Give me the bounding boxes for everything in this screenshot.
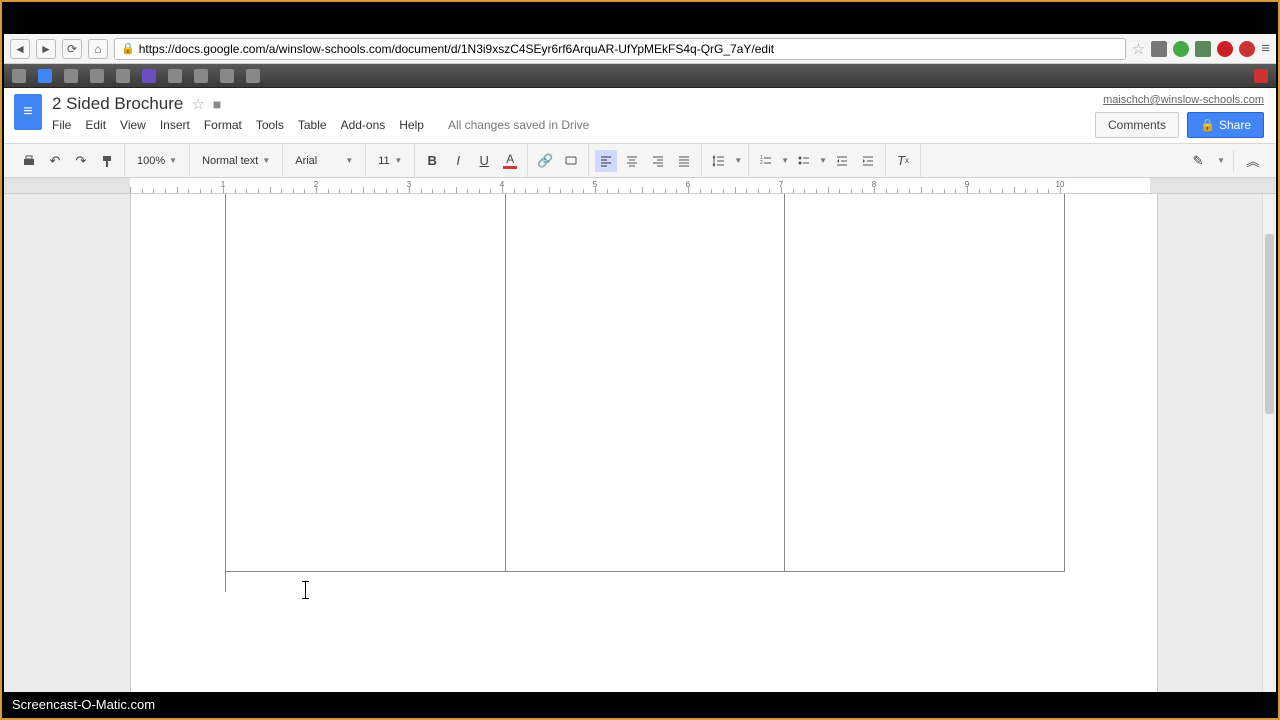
chrome-menu-icon[interactable]: ≡ xyxy=(1261,40,1270,57)
chevron-down-icon[interactable]: ▼ xyxy=(1217,156,1225,165)
lock-icon: 🔒 xyxy=(121,42,135,55)
table-column[interactable] xyxy=(785,194,1064,571)
home-button[interactable]: ⌂ xyxy=(88,39,108,59)
decrease-indent-icon[interactable] xyxy=(831,150,853,172)
bookmark-item[interactable] xyxy=(38,69,52,83)
extension-tray: ≡ xyxy=(1151,40,1270,57)
line-spacing-icon[interactable] xyxy=(708,150,730,172)
table-column[interactable] xyxy=(226,194,506,571)
extension-icon[interactable] xyxy=(1195,41,1211,57)
paragraph-style-select[interactable]: Normal text▼ xyxy=(196,150,276,172)
bookmark-item[interactable] xyxy=(116,69,130,83)
table-column[interactable] xyxy=(506,194,786,571)
menu-format[interactable]: Format xyxy=(204,118,242,132)
menu-tools[interactable]: Tools xyxy=(256,118,284,132)
bookmarks-bar xyxy=(4,64,1276,88)
star-document-icon[interactable]: ☆ xyxy=(191,95,204,113)
align-left-icon[interactable] xyxy=(595,150,617,172)
menu-table[interactable]: Table xyxy=(298,118,327,132)
align-justify-icon[interactable] xyxy=(673,150,695,172)
underline-button[interactable]: U xyxy=(473,150,495,172)
italic-button[interactable]: I xyxy=(447,150,469,172)
bookmark-item[interactable] xyxy=(246,69,260,83)
horizontal-ruler[interactable]: 12345678910 xyxy=(4,178,1276,194)
bookmark-item[interactable] xyxy=(194,69,208,83)
menu-edit[interactable]: Edit xyxy=(85,118,106,132)
margin-indicator xyxy=(225,572,226,592)
share-button[interactable]: 🔒 Share xyxy=(1187,112,1264,138)
share-label: Share xyxy=(1219,118,1251,132)
brochure-table[interactable] xyxy=(225,194,1065,572)
insert-comment-icon[interactable] xyxy=(560,150,582,172)
menu-help[interactable]: Help xyxy=(399,118,424,132)
text-color-button[interactable]: A xyxy=(499,150,521,172)
menu-file[interactable]: File xyxy=(52,118,71,132)
print-icon[interactable] xyxy=(18,150,40,172)
increase-indent-icon[interactable] xyxy=(857,150,879,172)
bookmark-item[interactable] xyxy=(12,69,26,83)
font-size-select[interactable]: 11▼ xyxy=(372,150,408,172)
extension-icon[interactable] xyxy=(1151,41,1167,57)
chevron-down-icon[interactable]: ▼ xyxy=(781,156,789,165)
extension-icon[interactable] xyxy=(1239,41,1255,57)
document-page[interactable] xyxy=(130,194,1158,692)
menu-insert[interactable]: Insert xyxy=(160,118,190,132)
menubar: File Edit View Insert Format Tools Table… xyxy=(52,118,589,132)
bulleted-list-icon[interactable] xyxy=(793,150,815,172)
menu-view[interactable]: View xyxy=(120,118,146,132)
text-cursor xyxy=(305,582,306,598)
back-button[interactable]: ◄ xyxy=(10,39,30,59)
clear-formatting-icon[interactable]: Tx xyxy=(892,150,914,172)
app-frame: ◄ ► ⟳ ⌂ 🔒 ☆ ≡ xyxy=(0,0,1280,720)
align-center-icon[interactable] xyxy=(621,150,643,172)
extension-icon[interactable] xyxy=(1173,41,1189,57)
bookmark-item[interactable] xyxy=(1254,69,1268,83)
document-title[interactable]: 2 Sided Brochure xyxy=(52,94,183,114)
scrollbar-thumb[interactable] xyxy=(1265,234,1274,414)
user-email[interactable]: maischch@winslow-schools.com xyxy=(1103,94,1264,106)
chevron-down-icon[interactable]: ▼ xyxy=(734,156,742,165)
menu-addons[interactable]: Add-ons xyxy=(341,118,386,132)
watermark-text: Screencast-O-Matic.com xyxy=(12,697,155,712)
bold-button[interactable]: B xyxy=(421,150,443,172)
star-icon[interactable]: ☆ xyxy=(1132,40,1145,58)
url-input[interactable] xyxy=(139,42,1119,56)
extension-icon[interactable] xyxy=(1217,41,1233,57)
save-status: All changes saved in Drive xyxy=(448,118,589,132)
zoom-select[interactable]: 100%▼ xyxy=(131,150,183,172)
browser-navbar: ◄ ► ⟳ ⌂ 🔒 ☆ ≡ xyxy=(4,34,1276,64)
chrome-window: ◄ ► ⟳ ⌂ 🔒 ☆ ≡ xyxy=(4,34,1276,692)
undo-icon[interactable]: ↶ xyxy=(44,150,66,172)
reload-button[interactable]: ⟳ xyxy=(62,39,82,59)
bookmark-item[interactable] xyxy=(220,69,234,83)
move-folder-icon[interactable]: ■ xyxy=(213,96,221,112)
forward-button[interactable]: ► xyxy=(36,39,56,59)
formatting-toolbar: ↶ ↷ 100%▼ Normal text▼ Arial▼ 11▼ B xyxy=(4,144,1276,178)
address-bar[interactable]: 🔒 xyxy=(114,38,1126,60)
insert-link-icon[interactable]: 🔗 xyxy=(534,150,556,172)
lock-icon: 🔒 xyxy=(1200,118,1215,132)
paint-format-icon[interactable] xyxy=(96,150,118,172)
chevron-down-icon[interactable]: ▼ xyxy=(819,156,827,165)
video-letterbox-top xyxy=(4,4,1276,34)
comments-button[interactable]: Comments xyxy=(1095,112,1179,138)
font-select[interactable]: Arial▼ xyxy=(289,150,359,172)
collapse-toolbar-icon[interactable]: ︽ xyxy=(1242,150,1264,172)
numbered-list-icon[interactable]: 12 xyxy=(755,150,777,172)
bookmark-item[interactable] xyxy=(64,69,78,83)
bookmark-item[interactable] xyxy=(168,69,182,83)
bookmark-item[interactable] xyxy=(90,69,104,83)
bookmark-item[interactable] xyxy=(142,69,156,83)
svg-text:2: 2 xyxy=(760,160,763,166)
redo-icon[interactable]: ↷ xyxy=(70,150,92,172)
editing-mode-icon[interactable]: ✎ xyxy=(1187,150,1209,172)
docs-logo-icon[interactable]: ≡ xyxy=(14,94,42,130)
watermark-bar: Screencast-O-Matic.com xyxy=(4,692,1276,716)
vertical-scrollbar[interactable] xyxy=(1262,194,1276,692)
align-right-icon[interactable] xyxy=(647,150,669,172)
docs-header: ≡ 2 Sided Brochure ☆ ■ File Edit View In… xyxy=(4,88,1276,144)
google-docs-app: ≡ 2 Sided Brochure ☆ ■ File Edit View In… xyxy=(4,88,1276,692)
document-canvas[interactable] xyxy=(4,194,1276,692)
